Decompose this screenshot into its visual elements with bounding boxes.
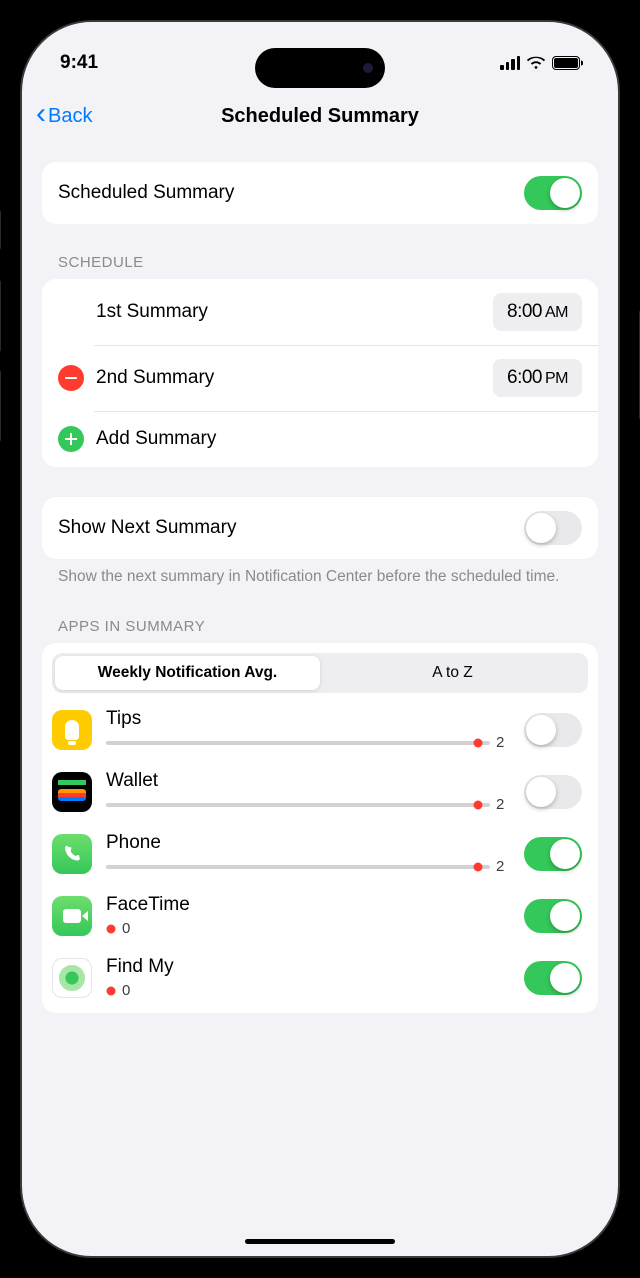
- video-icon: [63, 909, 81, 923]
- meter-findmy: [106, 989, 116, 993]
- cellular-icon: [500, 56, 520, 70]
- show-next-summary-label: Show Next Summary: [58, 517, 524, 539]
- back-label: Back: [48, 105, 92, 128]
- app-row-phone: Phone 2: [42, 823, 598, 885]
- meter-phone: [106, 865, 490, 869]
- show-next-summary-toggle[interactable]: [524, 511, 582, 545]
- schedule-time-value-1: 8:00: [507, 301, 542, 322]
- dynamic-island: [255, 48, 385, 88]
- count-facetime: 0: [122, 920, 136, 937]
- count-phone: 2: [496, 858, 510, 875]
- volume-down-button: [0, 370, 1, 442]
- chevron-left-icon: ‹: [36, 99, 46, 129]
- plus-icon: [65, 433, 77, 445]
- minus-icon: [65, 377, 77, 379]
- facetime-app-icon: [52, 896, 92, 936]
- navigation-bar: ‹ Back Scheduled Summary: [22, 82, 618, 150]
- app-name-findmy: Find My: [106, 956, 510, 978]
- scheduled-summary-label: Scheduled Summary: [58, 182, 524, 204]
- add-summary-row[interactable]: Add Summary: [42, 411, 598, 467]
- sort-segmented-control[interactable]: Weekly Notification Avg. A to Z: [52, 653, 588, 693]
- schedule-header: SCHEDULE: [42, 254, 598, 279]
- meter-facetime: [106, 927, 116, 931]
- status-icons: [500, 56, 580, 70]
- app-name-wallet: Wallet: [106, 770, 510, 792]
- toggle-findmy[interactable]: [524, 961, 582, 995]
- tips-app-icon: [52, 710, 92, 750]
- schedule-row-2: 2nd Summary 6:00PM: [42, 345, 598, 411]
- page-title: Scheduled Summary: [221, 105, 419, 128]
- toggle-tips[interactable]: [524, 713, 582, 747]
- schedule-ampm-1: AM: [545, 304, 568, 321]
- count-findmy: 0: [122, 982, 136, 999]
- schedule-label-1: 1st Summary: [96, 301, 493, 323]
- delete-summary-button[interactable]: [58, 365, 84, 391]
- wallet-app-icon: [52, 772, 92, 812]
- schedule-row-1: 1st Summary 8:00AM: [42, 279, 598, 345]
- schedule-ampm-2: PM: [545, 370, 568, 387]
- apps-header: APPS IN SUMMARY: [42, 618, 598, 643]
- schedule-time-2[interactable]: 6:00PM: [493, 359, 582, 397]
- toggle-facetime[interactable]: [524, 899, 582, 933]
- scheduled-summary-row: Scheduled Summary: [42, 162, 598, 224]
- content-area: Scheduled Summary SCHEDULE 1st Summary 8…: [22, 150, 618, 1256]
- meter-tips: [106, 741, 490, 745]
- scheduled-summary-toggle[interactable]: [524, 176, 582, 210]
- add-summary-label: Add Summary: [96, 428, 582, 450]
- home-indicator[interactable]: [245, 1239, 395, 1244]
- app-row-wallet: Wallet 2: [42, 761, 598, 823]
- toggle-phone[interactable]: [524, 837, 582, 871]
- findmy-app-icon: [52, 958, 92, 998]
- toggle-wallet[interactable]: [524, 775, 582, 809]
- device-frame: 9:41 ‹ Back Scheduled Summary Scheduled …: [0, 0, 640, 1278]
- app-row-facetime: FaceTime 0: [42, 885, 598, 947]
- battery-icon: [552, 56, 580, 70]
- app-row-findmy: Find My 0: [42, 947, 598, 1009]
- schedule-label-2: 2nd Summary: [96, 367, 493, 389]
- back-button[interactable]: ‹ Back: [36, 103, 92, 129]
- sort-by-az[interactable]: A to Z: [320, 656, 585, 690]
- wifi-icon: [527, 56, 545, 70]
- app-name-phone: Phone: [106, 832, 510, 854]
- add-summary-button[interactable]: [58, 426, 84, 452]
- app-name-tips: Tips: [106, 708, 510, 730]
- app-row-tips: Tips 2: [42, 699, 598, 761]
- schedule-time-value-2: 6:00: [507, 367, 542, 388]
- count-wallet: 2: [496, 796, 510, 813]
- show-next-summary-footer: Show the next summary in Notification Ce…: [42, 559, 598, 588]
- count-tips: 2: [496, 734, 510, 751]
- volume-up-button: [0, 280, 1, 352]
- screen: 9:41 ‹ Back Scheduled Summary Scheduled …: [20, 20, 620, 1258]
- phone-app-icon: [52, 834, 92, 874]
- phone-icon: [61, 843, 83, 865]
- app-name-facetime: FaceTime: [106, 894, 510, 916]
- status-time: 9:41: [60, 52, 98, 74]
- schedule-time-1[interactable]: 8:00AM: [493, 293, 582, 331]
- mute-switch: [0, 210, 1, 250]
- show-next-summary-row: Show Next Summary: [42, 497, 598, 559]
- meter-wallet: [106, 803, 490, 807]
- sort-by-avg[interactable]: Weekly Notification Avg.: [55, 656, 320, 690]
